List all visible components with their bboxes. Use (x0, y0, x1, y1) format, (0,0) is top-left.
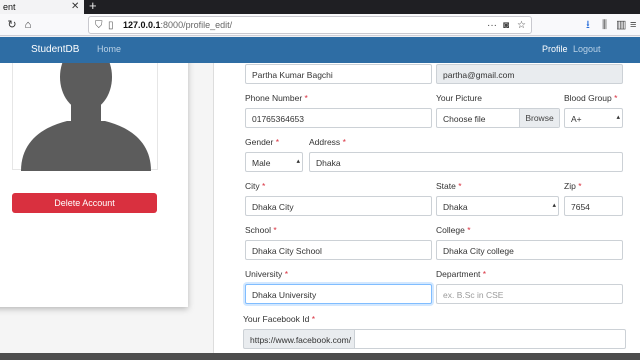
brand-link[interactable]: StudentDB (31, 44, 79, 55)
profile-form: Partha Kumar Bagchi partha@gmail.com Pho… (213, 63, 640, 353)
zip-label: Zip * (564, 181, 582, 191)
picture-file-input[interactable]: Choose file Browse (436, 108, 560, 128)
department-field[interactable]: ex. B.Sc in CSE (436, 284, 623, 304)
pocket-icon[interactable]: ◙ (503, 18, 509, 34)
download-icon[interactable]: ⭳ (586, 17, 590, 33)
zip-field[interactable]: 7654 (564, 196, 623, 216)
ellipsis-icon[interactable]: ··· (487, 18, 497, 34)
nav-home-link[interactable]: Home (97, 44, 121, 54)
chevron-updown-icon: ▴▾ (552, 202, 556, 215)
reload-icon[interactable]: ↻ (4, 17, 20, 33)
email-field[interactable]: partha@gmail.com (436, 64, 623, 84)
state-value: Dhaka (443, 202, 468, 212)
close-icon[interactable]: ✕ (71, 0, 79, 14)
city-field[interactable]: Dhaka City (245, 196, 432, 216)
state-label: State * (436, 181, 462, 191)
plus-icon[interactable]: + (89, 0, 97, 13)
url-host: 127.0.0.1 (123, 20, 161, 30)
bottom-bar (0, 353, 640, 360)
phone-label: Phone Number * (245, 93, 308, 103)
blood-group-value: A+ (571, 114, 582, 124)
home-icon[interactable]: ⌂ (20, 17, 36, 33)
sidebar-icon[interactable]: ▥ (616, 17, 626, 33)
delete-account-button[interactable]: Delete Account (12, 193, 157, 213)
college-label: College * (436, 225, 471, 235)
state-select[interactable]: Dhaka ▴▾ (436, 196, 559, 216)
url-text: 127.0.0.1:8000/profile_edit/ (123, 20, 232, 30)
chevron-updown-icon: ▴▾ (616, 114, 620, 127)
profile-card: Delete Account (0, 63, 188, 307)
library-icon[interactable]: ⫼ (602, 17, 607, 33)
university-label: University * (245, 269, 288, 279)
avatar-silhouette-icon (21, 63, 151, 171)
chevron-updown-icon: ▴▾ (296, 158, 300, 171)
address-field[interactable]: Dhaka (309, 152, 623, 172)
facebook-prefix: https://www.facebook.com/ (243, 329, 355, 349)
page-content: Delete Account Partha Kumar Bagchi parth… (0, 63, 640, 353)
facebook-field[interactable] (354, 329, 626, 349)
nav-logout-link[interactable]: Logout (573, 44, 601, 54)
browse-button[interactable]: Browse (519, 109, 559, 127)
gender-select[interactable]: Male ▴▾ (245, 152, 303, 172)
browser-toolbar: ↻ ⌂ ⛉ ▯ 127.0.0.1:8000/profile_edit/ ···… (0, 14, 640, 36)
gender-label: Gender * (245, 137, 280, 147)
blood-group-select[interactable]: A+ ▴▾ (564, 108, 623, 128)
browser-tab[interactable]: ent ✕ (0, 0, 84, 14)
blood-group-label: Blood Group * (564, 93, 618, 103)
address-label: Address * (309, 137, 346, 147)
facebook-label: Your Facebook Id * (243, 314, 316, 324)
app-navbar: StudentDB Home Profile Logout (0, 37, 640, 63)
tab-title: ent (3, 2, 16, 12)
hamburger-icon[interactable]: ≡ (630, 17, 636, 33)
nav-profile-link[interactable]: Profile (542, 44, 568, 54)
university-field[interactable]: Dhaka University (245, 284, 432, 304)
url-path: :8000/profile_edit/ (160, 20, 233, 30)
city-label: City * (245, 181, 266, 191)
avatar (12, 63, 158, 171)
school-field[interactable]: Dhaka City School (245, 240, 432, 260)
school-label: School * (245, 225, 277, 235)
picture-label: Your Picture (436, 93, 482, 103)
name-field[interactable]: Partha Kumar Bagchi (245, 64, 432, 84)
browser-tabstrip: ent ✕ + (0, 0, 640, 14)
url-bar[interactable]: ⛉ ▯ 127.0.0.1:8000/profile_edit/ ··· ◙ ☆ (88, 16, 532, 34)
picture-placeholder: Choose file (443, 114, 486, 124)
page-icon[interactable]: ▯ (108, 18, 114, 34)
college-field[interactable]: Dhaka City college (436, 240, 623, 260)
star-icon[interactable]: ☆ (517, 18, 526, 34)
department-label: Department * (436, 269, 487, 279)
shield-icon[interactable]: ⛉ (95, 18, 103, 34)
gender-value: Male (252, 158, 271, 168)
phone-field[interactable]: 01765364653 (245, 108, 432, 128)
